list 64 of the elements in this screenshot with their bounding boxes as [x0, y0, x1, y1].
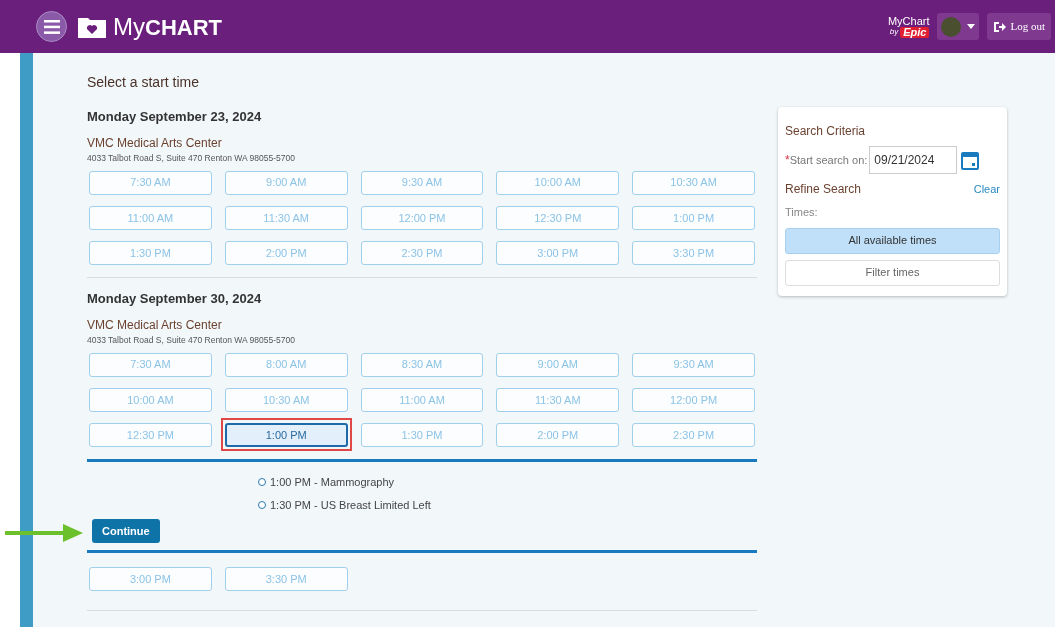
calendar-icon[interactable] [961, 150, 980, 170]
logo-text: CHART [145, 13, 222, 42]
time-slot-button[interactable]: 12:00 PM [632, 387, 755, 412]
page-title: Select a start time [87, 73, 201, 90]
time-slot-button[interactable]: 11:00 AM [360, 387, 484, 412]
clear-link[interactable]: Clear [973, 180, 1000, 198]
time-slot-button[interactable]: 8:00 AM [224, 352, 348, 377]
pointer-arrow-icon [5, 523, 83, 543]
appointment-item: 1:30 PM - US Breast Limited Left [270, 497, 431, 513]
section-heading: Refine Search [785, 181, 862, 198]
location-name: VMC Medical Arts Center [87, 134, 223, 152]
time-slot-button[interactable]: 2:00 PM [224, 241, 348, 265]
time-slot-button[interactable]: 10:00 AM [496, 170, 620, 195]
time-slot-button[interactable]: 7:30 AM [89, 170, 212, 195]
card-title: Search Criteria [785, 123, 867, 140]
time-slot-button[interactable]: 2:30 PM [632, 423, 755, 447]
time-slot-button[interactable]: 12:30 PM [89, 423, 212, 447]
time-slot-button[interactable]: 10:30 AM [632, 170, 755, 195]
day-heading: Monday September 30, 2024 [87, 290, 263, 308]
time-slot-button[interactable]: 3:30 PM [632, 241, 755, 265]
time-slot-button[interactable]: 11:30 AM [496, 387, 620, 412]
time-slot-button[interactable]: 2:00 PM [496, 423, 620, 447]
location-address: 4033 Talbot Road S, Suite 470 Renton WA 98055-5700 [87, 151, 296, 165]
menu-button[interactable] [36, 11, 67, 42]
time-slot-button[interactable]: 7:30 AM [89, 352, 212, 377]
time-slot-button[interactable]: 11:00 AM [89, 205, 212, 230]
field-label: Times: [785, 205, 819, 220]
time-slot-button[interactable]: 1:00 PM [224, 423, 348, 447]
menu-icon [43, 19, 60, 34]
time-slot-button[interactable]: 1:00 PM [632, 205, 755, 230]
time-slot-button[interactable]: 9:30 AM [360, 170, 484, 195]
appointment-item: 1:00 PM - Mammography [270, 475, 395, 490]
times-option-button[interactable]: All available times [785, 227, 1000, 254]
logout-icon [993, 20, 1007, 33]
time-slot-button[interactable]: 12:00 PM [360, 205, 484, 230]
logo-prefix: My [113, 11, 145, 42]
time-slot-button[interactable]: 2:30 PM [360, 241, 484, 265]
location-address: 4033 Talbot Road S, Suite 470 Renton WA 98055-5700 [87, 333, 296, 347]
caret-icon [967, 24, 976, 29]
date-input-field[interactable]: 09/21/2024 [869, 146, 958, 174]
time-slot-button[interactable]: 10:30 AM [224, 387, 348, 412]
time-slot-button[interactable]: 9:00 AM [496, 352, 620, 377]
time-slot-button[interactable]: 3:00 PM [89, 567, 212, 592]
time-slot-button[interactable]: 9:00 AM [224, 170, 348, 195]
continue-button[interactable]: Continue [92, 519, 160, 543]
required-asterisk: * [785, 152, 790, 169]
location-name: VMC Medical Arts Center [87, 316, 223, 334]
time-slot-button[interactable]: 9:30 AM [632, 352, 755, 377]
time-slot-button[interactable]: 3:30 PM [224, 567, 348, 592]
time-slot-button[interactable]: 1:30 PM [89, 241, 212, 265]
account-menu-button[interactable] [937, 13, 980, 40]
epic-logo-title: MyChart [887, 15, 930, 27]
time-slot-button[interactable]: 10:00 AM [89, 387, 212, 412]
time-slot-button[interactable]: 12:30 PM [496, 205, 620, 230]
epic-logo-by: by [889, 28, 899, 36]
time-slot-button[interactable]: 8:30 AM [360, 352, 484, 377]
time-slot-button[interactable]: 11:30 AM [224, 205, 348, 230]
day-heading: Monday September 23, 2024 [87, 108, 263, 126]
time-slot-button[interactable]: 1:30 PM [360, 423, 484, 447]
times-option-button[interactable]: Filter times [785, 259, 1000, 286]
field-label: Start search on: [789, 152, 868, 168]
epic-logo-brand: Epic [900, 26, 930, 38]
time-slot-button[interactable]: 3:00 PM [496, 241, 620, 265]
logout-button[interactable]: Log out [987, 13, 1051, 40]
